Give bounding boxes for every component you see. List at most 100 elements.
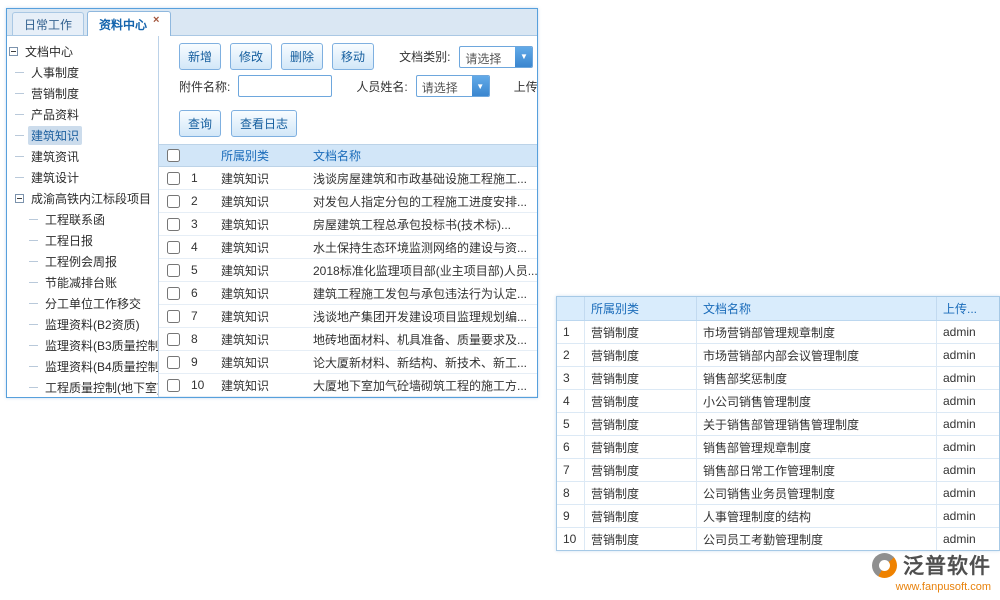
table-row[interactable]: 2 建筑知识 对发包人指定分包的工程施工进度安排... xyxy=(159,190,537,213)
tree-item[interactable]: 文档中心 xyxy=(7,41,158,62)
collapse-icon[interactable] xyxy=(9,47,18,56)
tree-item[interactable]: 监理资料(B4质量控制) xyxy=(7,356,158,377)
row-category: 营销制度 xyxy=(585,344,697,366)
table-row[interactable]: 1 营销制度 市场营销部管理规章制度 admin xyxy=(557,321,999,344)
document-table: 所属别类 文档名称 1 建筑知识 浅谈房屋建筑和市政基础设施工程施工... xyxy=(159,144,537,398)
row-category: 建筑知识 xyxy=(217,262,309,279)
tree-item[interactable]: 建筑知识 xyxy=(7,125,158,146)
row-category: 建筑知识 xyxy=(217,239,309,256)
row-checkbox[interactable] xyxy=(167,241,180,254)
tree-item[interactable]: 工程日报 xyxy=(7,230,158,251)
row-number: 5 xyxy=(187,263,217,277)
row-doc-name: 论大厦新材料、新结构、新技术、新工... xyxy=(309,354,537,371)
move-button[interactable]: 移动 xyxy=(332,43,374,70)
table-row[interactable]: 5 营销制度 关于销售部管理销售管理制度 admin xyxy=(557,413,999,436)
toolbar-actions: 新增 修改 删除 移动 文档类别: 请选择 ▼ 文档名称: xyxy=(159,36,537,75)
table-row[interactable]: 4 营销制度 小公司销售管理制度 admin xyxy=(557,390,999,413)
chevron-down-icon[interactable]: ▼ xyxy=(472,76,489,96)
table-row[interactable]: 7 建筑知识 浅谈地产集团开发建设项目监理规划编... xyxy=(159,305,537,328)
row-number: 8 xyxy=(187,332,217,346)
row-uploader: admin xyxy=(937,367,999,389)
tree-item[interactable]: 营销制度 xyxy=(7,83,158,104)
collapse-icon[interactable] xyxy=(15,194,24,203)
tree-item[interactable]: 成渝高铁内江标段项目 xyxy=(7,188,158,209)
row-number: 2 xyxy=(187,194,217,208)
row-category: 营销制度 xyxy=(585,390,697,412)
row-category: 营销制度 xyxy=(585,482,697,504)
row-checkbox[interactable] xyxy=(167,264,180,277)
row-doc-name: 市场营销部内部会议管理制度 xyxy=(697,344,937,366)
row-category: 营销制度 xyxy=(585,505,697,527)
tree-item[interactable]: 产品资料 xyxy=(7,104,158,125)
select-all-checkbox[interactable] xyxy=(167,149,180,162)
tree-item[interactable]: 监理资料(B3质量控制) xyxy=(7,335,158,356)
row-checkbox[interactable] xyxy=(167,310,180,323)
query-button[interactable]: 查询 xyxy=(179,110,221,137)
chevron-down-icon[interactable]: ▼ xyxy=(515,47,532,67)
tree-item[interactable]: 节能减排台账 xyxy=(7,272,158,293)
table-row[interactable]: 8 建筑知识 地砖地面材料、机具准备、质量要求及... xyxy=(159,328,537,351)
tree-item[interactable]: 监理资料(B2资质) xyxy=(7,314,158,335)
fanpu-logo-icon xyxy=(872,553,897,578)
row-number: 5 xyxy=(557,413,585,435)
add-button[interactable]: 新增 xyxy=(179,43,221,70)
table-row[interactable]: 10 营销制度 公司员工考勤管理制度 admin xyxy=(557,528,999,551)
table-row[interactable]: 3 营销制度 销售部奖惩制度 admin xyxy=(557,367,999,390)
table-row[interactable]: 8 营销制度 公司销售业务员管理制度 admin xyxy=(557,482,999,505)
row-checkbox[interactable] xyxy=(167,195,180,208)
row-checkbox[interactable] xyxy=(167,287,180,300)
attachment-name-input[interactable] xyxy=(238,75,332,97)
row-checkbox[interactable] xyxy=(167,172,180,185)
table-row[interactable]: 2 营销制度 市场营销部内部会议管理制度 admin xyxy=(557,344,999,367)
select-value: 请选择 xyxy=(417,76,472,96)
table-row[interactable]: 9 营销制度 人事管理制度的结构 admin xyxy=(557,505,999,528)
tree-item[interactable]: 工程例会周报 xyxy=(7,251,158,272)
table-row[interactable]: 5 建筑知识 2018标准化监理项目部(业主项目部)人员... xyxy=(159,259,537,282)
row-uploader: admin xyxy=(937,528,999,550)
doc-category-select[interactable]: 请选择 ▼ xyxy=(459,46,533,68)
tree-item-label: 分工单位工作移交 xyxy=(42,294,144,313)
row-doc-name: 2018标准化监理项目部(业主项目部)人员... xyxy=(309,262,537,279)
tree-item-label: 工程质量控制(地下室) xyxy=(42,378,158,397)
tree-item-label: 工程联系函 xyxy=(42,210,108,229)
tree-item[interactable]: 分工单位工作移交 xyxy=(7,293,158,314)
row-checkbox[interactable] xyxy=(167,333,180,346)
table-row[interactable]: 9 建筑知识 论大厦新材料、新结构、新技术、新工... xyxy=(159,351,537,374)
modify-button[interactable]: 修改 xyxy=(230,43,272,70)
row-number: 1 xyxy=(557,321,585,343)
tree-item-label: 监理资料(B2资质) xyxy=(42,315,143,334)
tree-item[interactable]: 人事制度 xyxy=(7,62,158,83)
table-row[interactable]: 1 建筑知识 浅谈房屋建筑和市政基础设施工程施工... xyxy=(159,167,537,190)
tree-item[interactable]: 建筑资讯 xyxy=(7,146,158,167)
row-category: 建筑知识 xyxy=(217,285,309,302)
person-name-select[interactable]: 请选择 ▼ xyxy=(416,75,490,97)
tree-item[interactable]: 工程联系函 xyxy=(7,209,158,230)
tab-data-center[interactable]: 资料中心 × xyxy=(87,11,171,36)
delete-button[interactable]: 删除 xyxy=(281,43,323,70)
row-category: 营销制度 xyxy=(585,413,697,435)
row-checkbox[interactable] xyxy=(167,356,180,369)
tree-item[interactable]: 建筑设计 xyxy=(7,167,158,188)
row-number: 7 xyxy=(557,459,585,481)
tree-item-label: 成渝高铁内江标段项目 xyxy=(28,189,154,208)
row-number: 4 xyxy=(187,240,217,254)
table-row[interactable]: 10 建筑知识 大厦地下室加气砼墙砌筑工程的施工方... xyxy=(159,374,537,397)
table-row[interactable]: 6 营销制度 销售部管理规章制度 admin xyxy=(557,436,999,459)
window-body: 文档中心 人事制度 营销制度 产品资料 xyxy=(7,36,537,398)
row-checkbox[interactable] xyxy=(167,218,180,231)
row-uploader: admin xyxy=(937,459,999,481)
tree-item[interactable]: 工程质量控制(地下室) xyxy=(7,377,158,398)
table-row[interactable]: 3 建筑知识 房屋建筑工程总承包投标书(技术标)... xyxy=(159,213,537,236)
row-doc-name: 人事管理制度的结构 xyxy=(697,505,937,527)
view-log-button[interactable]: 查看日志 xyxy=(231,110,297,137)
table-row[interactable]: 4 建筑知识 水土保持生态环境监测网络的建设与资... xyxy=(159,236,537,259)
row-doc-name: 公司销售业务员管理制度 xyxy=(697,482,937,504)
row-checkbox[interactable] xyxy=(167,379,180,392)
row-category: 建筑知识 xyxy=(217,193,309,210)
table-row[interactable]: 7 营销制度 销售部日常工作管理制度 admin xyxy=(557,459,999,482)
tab-close-icon[interactable]: × xyxy=(153,15,159,26)
row-doc-name: 地砖地面材料、机具准备、质量要求及... xyxy=(309,331,537,348)
tab-daily-work[interactable]: 日常工作 xyxy=(12,12,84,35)
table-row[interactable]: 6 建筑知识 建筑工程施工发包与承包违法行为认定... xyxy=(159,282,537,305)
row-number: 2 xyxy=(557,344,585,366)
